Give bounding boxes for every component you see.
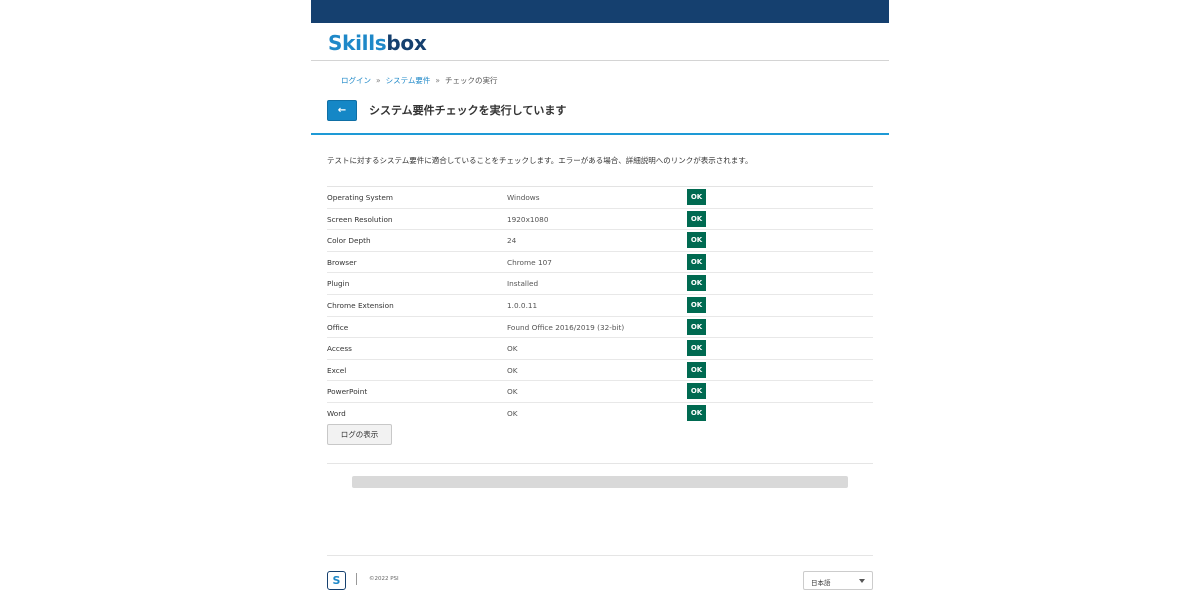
divider bbox=[327, 463, 873, 464]
intro-text: テストに対するシステム要件に適合していることをチェックします。エラーがある場合、… bbox=[327, 156, 753, 165]
page-title: システム要件チェックを実行しています bbox=[369, 104, 567, 117]
breadcrumb-current: チェックの実行 bbox=[444, 76, 498, 85]
logo-text-part1: Skills bbox=[328, 31, 387, 55]
breadcrumb-system-requirements[interactable]: システム要件 bbox=[386, 76, 431, 85]
requirement-name: Word bbox=[327, 408, 346, 418]
language-selected-value: 日本語 bbox=[811, 579, 831, 587]
status-badge: OK bbox=[687, 383, 706, 400]
logo-row: Skillsbox bbox=[311, 23, 889, 61]
table-row: Screen Resolution 1920x1080 OK bbox=[327, 209, 873, 231]
table-row: Color Depth 24 OK bbox=[327, 230, 873, 252]
requirement-name: Browser bbox=[327, 257, 357, 267]
status-badge: OK bbox=[687, 404, 706, 421]
requirement-name: Chrome Extension bbox=[327, 300, 394, 310]
logo-text-part2: box bbox=[386, 31, 427, 55]
requirement-value: Installed bbox=[507, 279, 539, 289]
requirement-name: Access bbox=[327, 344, 352, 354]
status-badge: OK bbox=[687, 210, 706, 227]
requirement-value: OK bbox=[507, 344, 518, 354]
status-badge: OK bbox=[687, 361, 706, 378]
status-badge: OK bbox=[687, 318, 706, 335]
requirement-name: Office bbox=[327, 322, 349, 332]
status-badge: OK bbox=[687, 189, 706, 205]
table-row: Excel OK OK bbox=[327, 360, 873, 382]
table-row: Word OK OK bbox=[327, 403, 873, 425]
table-row: Operating System Windows OK bbox=[327, 187, 873, 209]
show-log-button[interactable]: ログの表示 bbox=[327, 424, 392, 445]
requirement-value: OK bbox=[507, 387, 518, 397]
requirement-name: Excel bbox=[327, 365, 347, 375]
requirement-value: Found Office 2016/2019 (32-bit) bbox=[507, 322, 625, 332]
breadcrumb: ログイン » システム要件 » チェックの実行 bbox=[341, 75, 497, 86]
table-row: Browser Chrome 107 OK bbox=[327, 252, 873, 274]
progress-bar bbox=[352, 476, 848, 488]
breadcrumb-separator: » bbox=[376, 76, 381, 85]
table-row: Chrome Extension 1.0.0.11 OK bbox=[327, 295, 873, 317]
table-row: Office Found Office 2016/2019 (32-bit) O… bbox=[327, 317, 873, 339]
breadcrumb-separator: » bbox=[435, 76, 440, 85]
breadcrumb-login[interactable]: ログイン bbox=[341, 76, 371, 85]
table-row: PowerPoint OK OK bbox=[327, 381, 873, 403]
requirement-value: 1920x1080 bbox=[507, 214, 549, 224]
page: Skillsbox ログイン » システム要件 » チェックの実行 ← システム要件チェ… bbox=[311, 0, 889, 600]
requirement-name: Plugin bbox=[327, 279, 350, 289]
requirement-value: 24 bbox=[507, 236, 517, 246]
chevron-down-icon bbox=[859, 579, 865, 583]
status-badge: OK bbox=[687, 232, 706, 249]
requirement-value: OK bbox=[507, 365, 518, 375]
top-bar bbox=[311, 0, 889, 23]
title-row: ← システム要件チェックを実行しています bbox=[327, 99, 566, 121]
status-badge: OK bbox=[687, 253, 706, 270]
language-select[interactable]: 日本語 bbox=[803, 571, 873, 590]
requirement-name: PowerPoint bbox=[327, 387, 368, 397]
requirement-value: Chrome 107 bbox=[507, 257, 552, 267]
status-badge: OK bbox=[687, 340, 706, 357]
skillsbox-logo[interactable]: Skillsbox bbox=[328, 31, 427, 55]
requirement-name: Operating System bbox=[327, 193, 394, 202]
arrow-left-icon: ← bbox=[337, 104, 347, 116]
status-badge: OK bbox=[687, 275, 706, 292]
requirement-name: Screen Resolution bbox=[327, 214, 393, 224]
table-row: Access OK OK bbox=[327, 338, 873, 360]
requirements-table: Operating System Windows OK Screen Resol… bbox=[327, 186, 873, 425]
header-divider bbox=[311, 133, 889, 135]
table-row: Plugin Installed OK bbox=[327, 273, 873, 295]
back-button[interactable]: ← bbox=[327, 99, 357, 121]
requirement-value: OK bbox=[507, 408, 518, 418]
requirement-name: Color Depth bbox=[327, 236, 371, 246]
status-badge: OK bbox=[687, 296, 706, 313]
psi-logo-icon: S bbox=[327, 571, 346, 590]
requirement-value: 1.0.0.11 bbox=[507, 300, 538, 310]
requirement-value: Windows bbox=[507, 193, 540, 202]
footer-separator bbox=[356, 573, 357, 585]
copyright-text: ©2022 PSI bbox=[369, 576, 399, 582]
footer-divider bbox=[327, 555, 873, 556]
